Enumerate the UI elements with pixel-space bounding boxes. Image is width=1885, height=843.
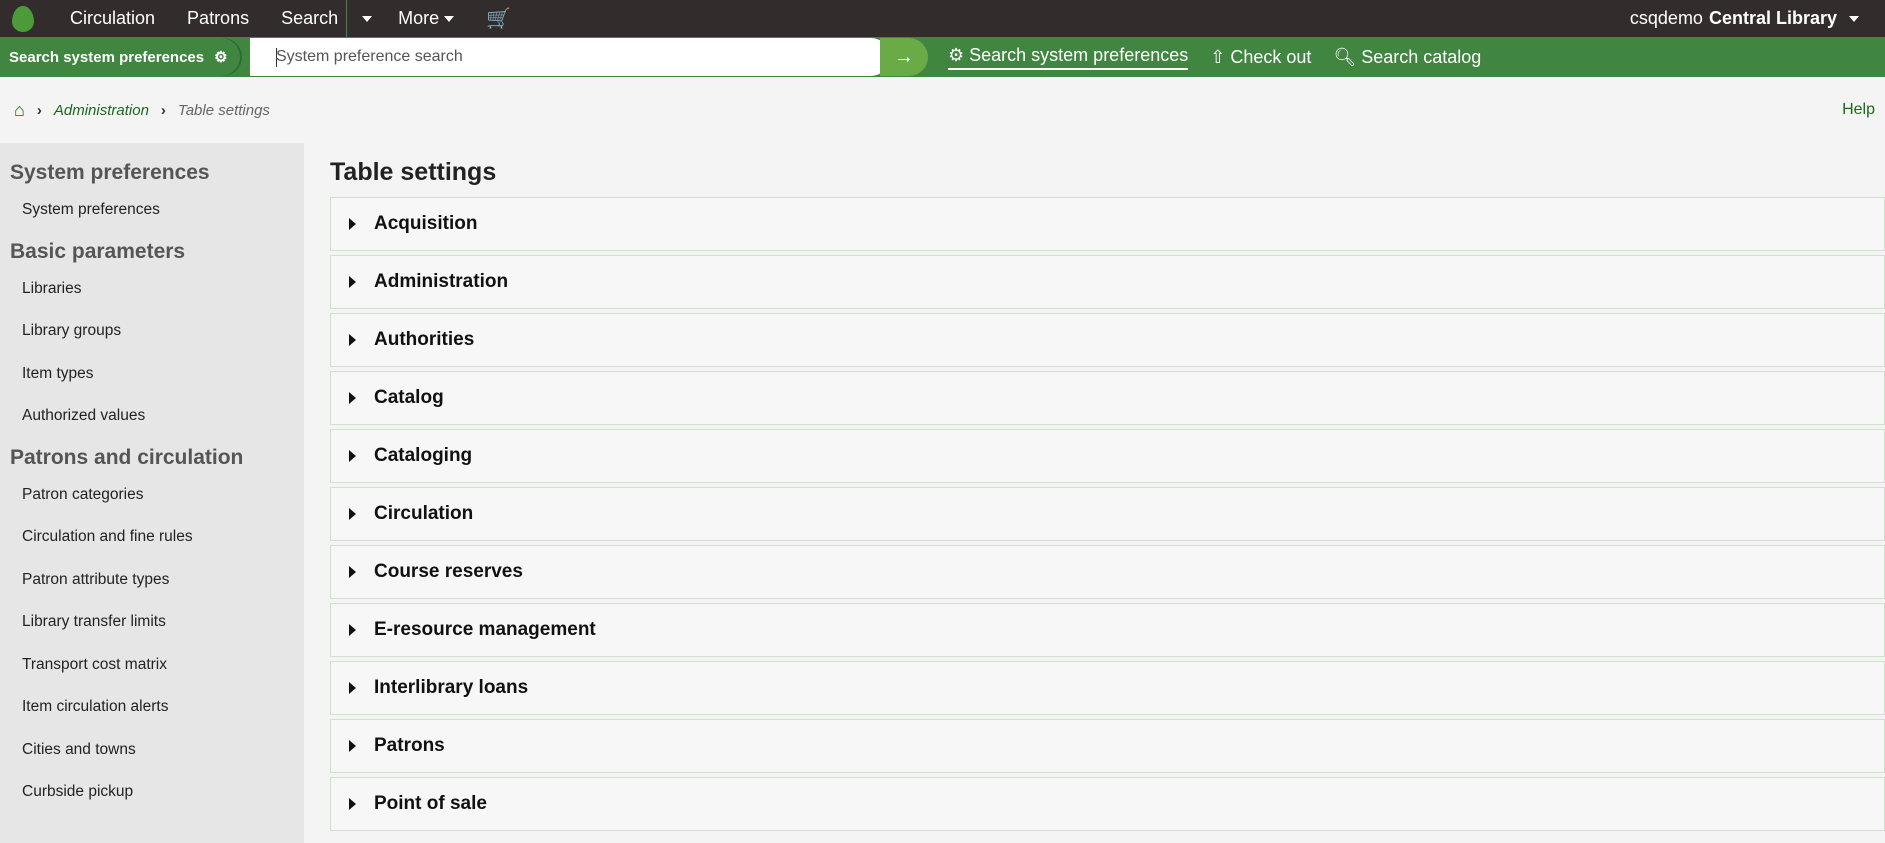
sidebar-link[interactable]: System preferences	[0, 193, 304, 236]
page-title: Table settings	[330, 158, 497, 186]
sidebar-heading: Basic parameters	[10, 239, 186, 263]
top-navbar: Circulation Patrons Search More 🛒 csqdem…	[0, 0, 1885, 37]
collapsible-panel[interactable]: Patrons	[330, 719, 1885, 773]
caret-down-icon	[444, 15, 455, 22]
caret-right-icon	[349, 740, 356, 752]
search-type-selector[interactable]: Search system preferences ⚙	[0, 38, 240, 76]
nav-search[interactable]: Search	[265, 0, 346, 37]
sidebar-link[interactable]: Library groups	[0, 314, 304, 357]
collapsible-panel[interactable]: Administration	[330, 255, 1885, 309]
syspref-search-input[interactable]: System preference search	[250, 38, 890, 76]
username: csqdemo	[1629, 8, 1703, 28]
nav-circulation[interactable]: Circulation	[54, 0, 171, 37]
caret-right-icon	[349, 392, 356, 404]
sidebar-link[interactable]: Cities and towns	[0, 733, 304, 776]
caret-right-icon	[349, 682, 356, 694]
caret-right-icon	[349, 566, 356, 578]
nav-patrons[interactable]: Patrons	[171, 0, 265, 37]
more-label: More	[398, 8, 440, 28]
breadcrumb: ⌂ › Administration › Table settings Help	[0, 77, 1885, 143]
panel-title: Catalog	[374, 387, 444, 408]
cart-icon[interactable]: 🛒	[470, 0, 527, 37]
help-link[interactable]: Help	[1842, 101, 1875, 119]
collapsible-panel[interactable]: Acquisition	[330, 197, 1885, 251]
sidebar-link[interactable]: Patron categories	[0, 478, 304, 521]
caret-down-icon	[1849, 15, 1859, 22]
sidebar-link[interactable]: Authorized values	[0, 399, 304, 442]
chevron-right-icon: ›	[160, 101, 166, 119]
breadcrumb-administration[interactable]: Administration	[54, 102, 149, 119]
caret-right-icon	[349, 334, 356, 346]
panel-title: Authorities	[374, 329, 475, 350]
search-catalog-tab[interactable]: 🔍︎ Search catalog	[1333, 47, 1481, 68]
collapsible-panel[interactable]: Circulation	[330, 487, 1885, 541]
sidebar-link[interactable]: Circulation and fine rules	[0, 520, 304, 563]
panel-title: Acquisition	[374, 213, 478, 234]
sidebar-link[interactable]: Item circulation alerts	[0, 690, 304, 733]
caret-right-icon	[349, 624, 356, 636]
collapsible-panel[interactable]: Interlibrary loans	[330, 661, 1885, 715]
caret-down-icon	[362, 15, 373, 22]
admin-sidebar: System preferences System preferences Basi…	[0, 143, 304, 843]
upload-icon: ⇧	[1210, 46, 1231, 67]
chevron-right-icon: ›	[36, 101, 42, 119]
panel-title: Patrons	[374, 735, 445, 756]
sidebar-link[interactable]: Curbside pickup	[0, 775, 304, 818]
collapsible-panel[interactable]: Catalog	[330, 371, 1885, 425]
home-icon[interactable]: ⌂	[14, 100, 25, 121]
search-submit-button[interactable]: →	[880, 38, 928, 76]
collapsible-panel[interactable]: Authorities	[330, 313, 1885, 367]
search-bar: Search system preferences ⚙ System prefer…	[0, 37, 1885, 77]
main-content: Table settings Acquisition Administration…	[330, 158, 1885, 835]
caret-right-icon	[349, 508, 356, 520]
caret-right-icon	[349, 450, 356, 462]
tab-label: Search system preferences	[969, 44, 1189, 65]
caret-right-icon	[349, 276, 356, 288]
caret-right-icon	[349, 218, 356, 230]
panel-title: Cataloging	[374, 445, 473, 466]
sidebar-link[interactable]: Patron attribute types	[0, 563, 304, 606]
sidebar-heading: System preferences	[10, 161, 210, 184]
search-syspref-tab[interactable]: ⚙ Search system preferences	[948, 44, 1189, 70]
nav-more[interactable]: More	[382, 0, 470, 37]
collapsible-panel[interactable]: Cataloging	[330, 429, 1885, 483]
sidebar-link[interactable]: Transport cost matrix	[0, 648, 304, 691]
sidebar-link[interactable]: Libraries	[0, 272, 304, 315]
panel-title: Course reserves	[374, 561, 523, 582]
collapsible-panel[interactable]: Point of sale	[330, 777, 1885, 831]
panel-title: Interlibrary loans	[374, 677, 529, 698]
caret-right-icon	[349, 798, 356, 810]
tab-label: Search catalog	[1361, 46, 1482, 67]
search-dropdown-toggle[interactable]	[346, 0, 382, 37]
sidebar-link[interactable]: Library transfer limits	[0, 605, 304, 648]
panel-title: Circulation	[374, 503, 474, 524]
sidebar-heading: Patrons and circulation	[10, 445, 244, 469]
collapsible-panel[interactable]: E-resource management	[330, 603, 1885, 657]
collapsible-panel[interactable]: Course reserves	[330, 545, 1885, 599]
breadcrumb-current: Table settings	[177, 101, 270, 119]
gears-icon: ⚙	[214, 49, 228, 66]
tab-label: Check out	[1230, 46, 1312, 67]
koha-logo-icon[interactable]	[12, 5, 34, 32]
checkout-tab[interactable]: ⇧ Check out	[1210, 47, 1311, 68]
search-type-label: Search system preferences	[9, 48, 205, 66]
panel-title: Administration	[374, 271, 509, 292]
search-icon: 🔍︎	[1333, 46, 1362, 67]
library-name: Central Library	[1708, 8, 1837, 28]
sidebar-link[interactable]: Item types	[0, 357, 304, 400]
user-menu[interactable]: csqdemo Central Library	[1630, 0, 1859, 37]
panel-title: E-resource management	[374, 619, 596, 640]
panel-title: Point of sale	[374, 793, 487, 814]
gears-icon: ⚙	[948, 44, 970, 65]
